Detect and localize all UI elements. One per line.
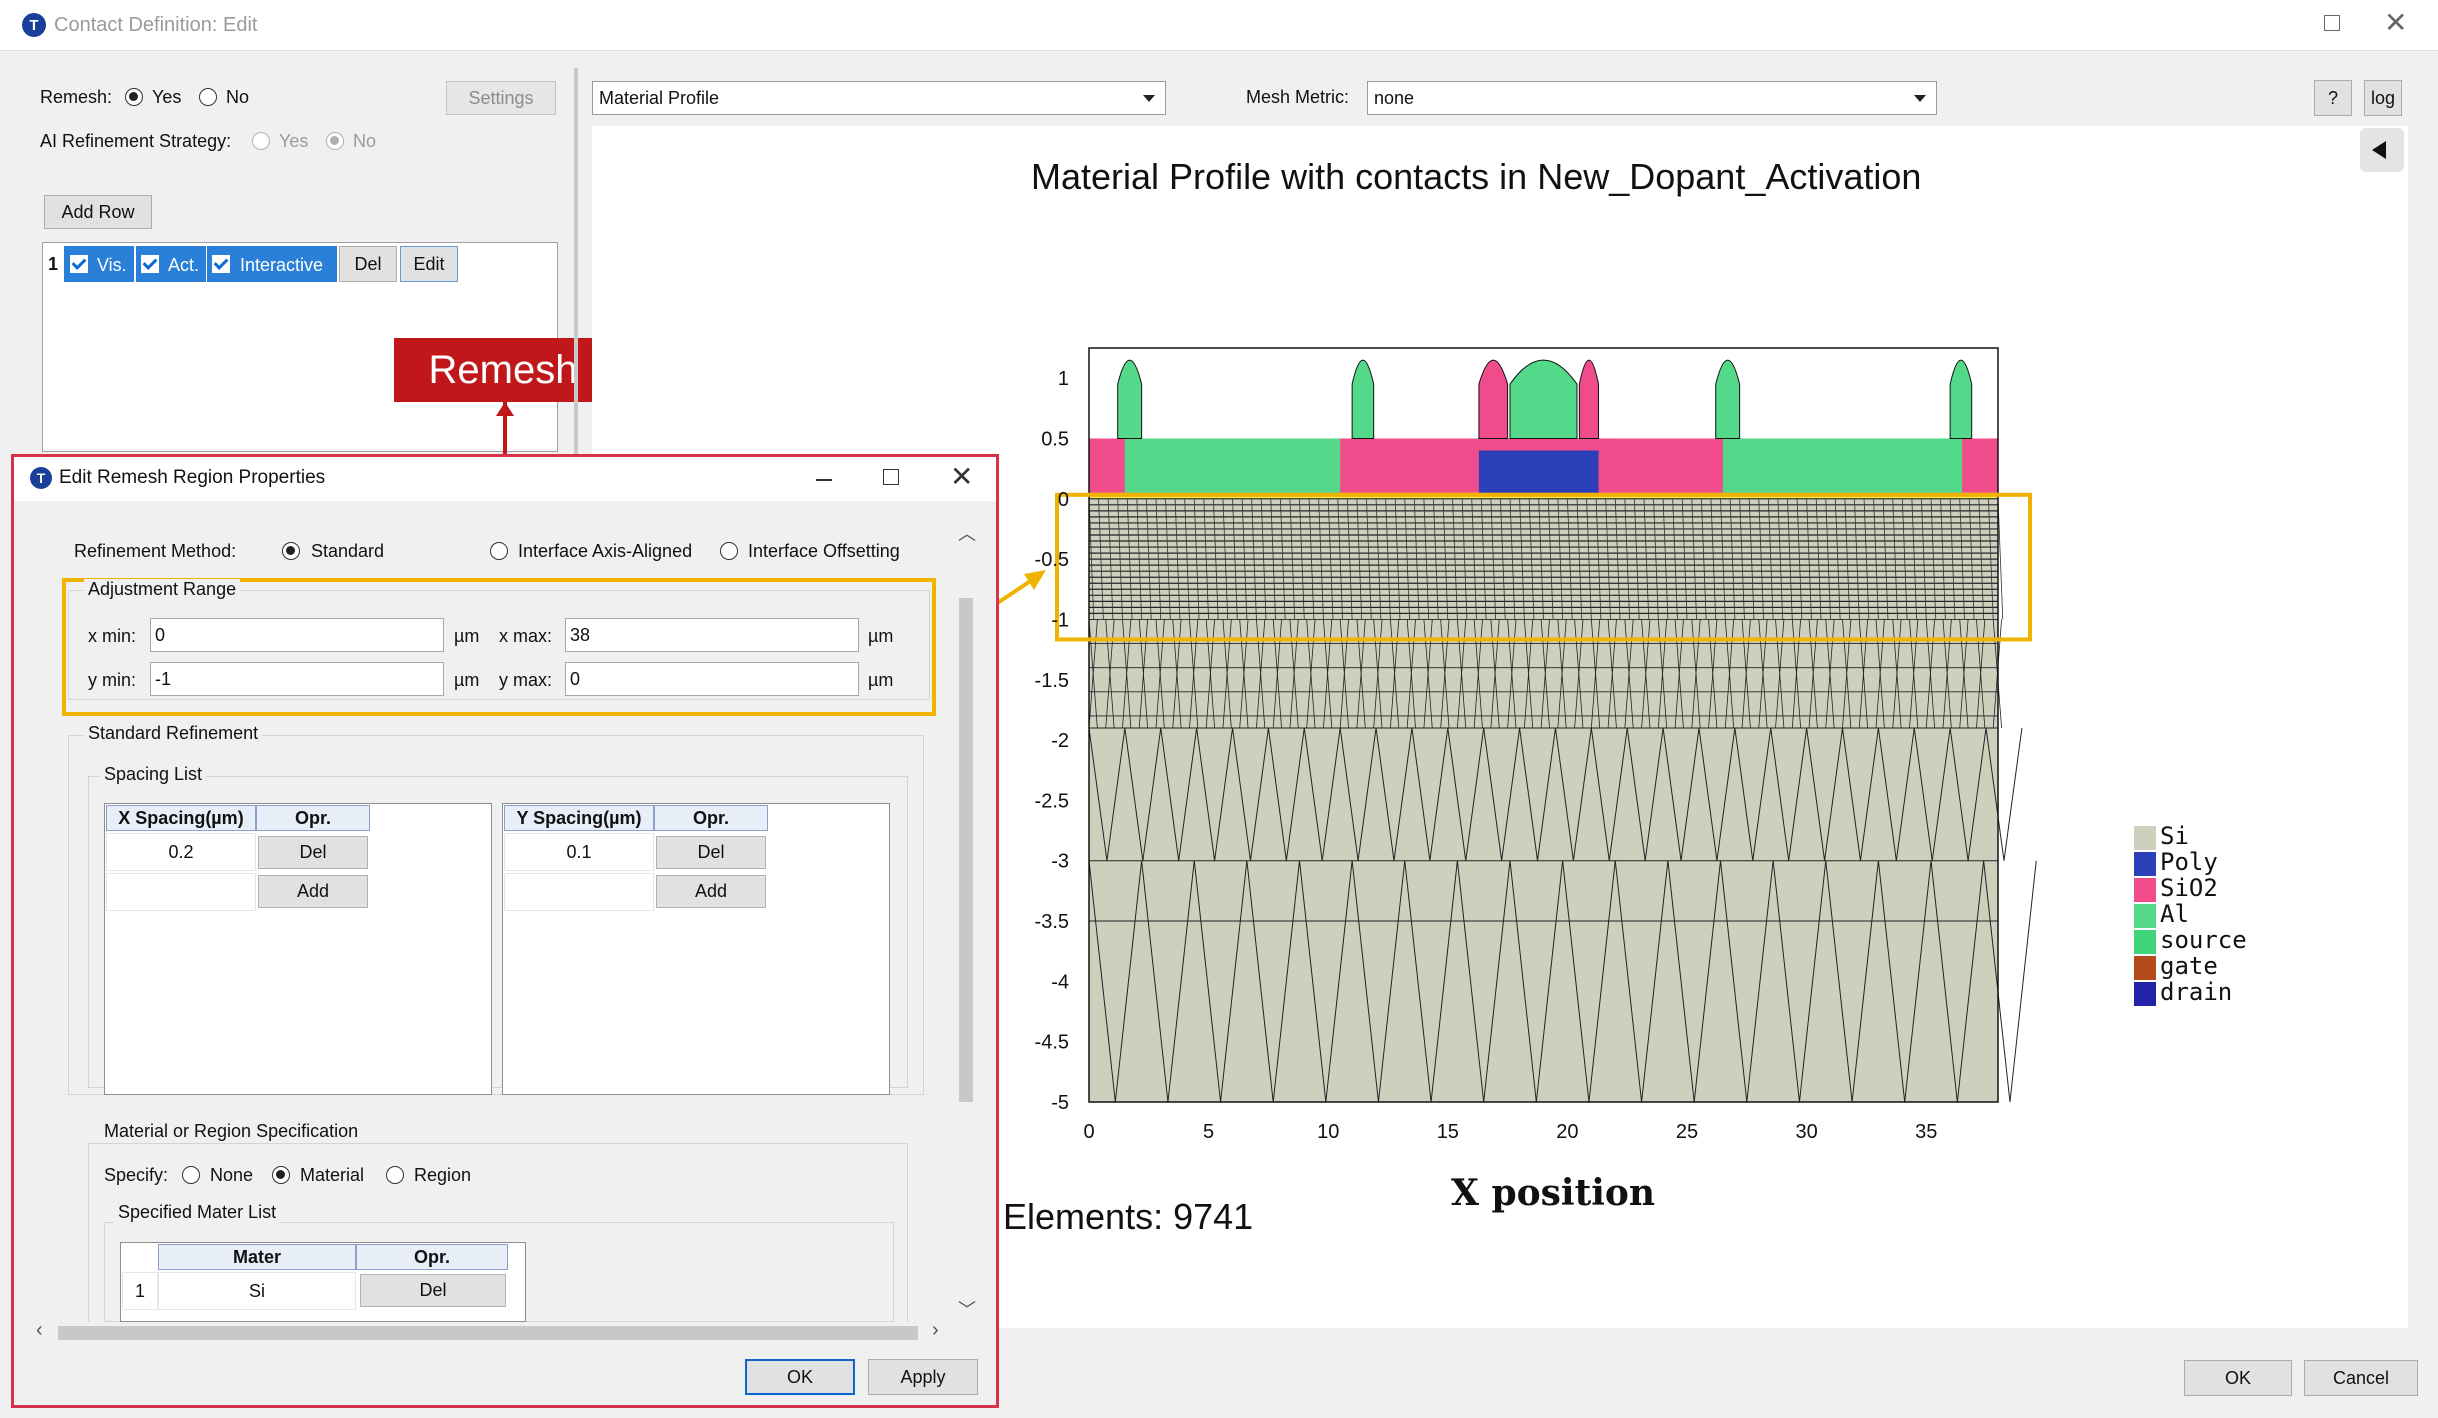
dialog-ok-button[interactable]: OK	[745, 1359, 855, 1395]
dialog-apply-button[interactable]: Apply	[868, 1359, 978, 1395]
maximize-icon[interactable]	[883, 469, 899, 485]
horizontal-scrollbar-thumb[interactable]	[58, 1326, 918, 1340]
adjustment-range-title: Adjustment Range	[84, 579, 241, 600]
method-axis-label: Interface Axis-Aligned	[518, 541, 693, 561]
y-spacing-header: Y Spacing(µm)	[504, 805, 654, 831]
mat-opr-header: Opr.	[356, 1244, 508, 1270]
specified-list-title: Specified Mater List	[114, 1202, 281, 1223]
dialog-close-icon[interactable]: ✕	[950, 460, 973, 493]
y-opr-header: Opr.	[654, 805, 768, 831]
x-max-input[interactable]: 38	[565, 618, 859, 652]
y-max-label: y max:	[499, 670, 553, 690]
chevron-left-icon[interactable]: ‹	[36, 1319, 43, 1342]
dialog-title: Edit Remesh Region Properties	[59, 467, 326, 488]
spec-region-radio[interactable]	[386, 1166, 404, 1184]
material-spec-title: Material or Region Specification	[100, 1121, 363, 1142]
y-del-button[interactable]: Del	[656, 836, 766, 869]
chevron-down-icon[interactable]: ﹀	[958, 1296, 976, 1322]
specify-label: Specify:	[104, 1165, 169, 1185]
spec-region-label: Region	[414, 1165, 472, 1185]
x-opr-header: Opr.	[256, 805, 370, 831]
y-max-unit: µm	[868, 670, 894, 690]
y-add-button[interactable]: Add	[656, 875, 766, 908]
x-empty-cell	[106, 873, 256, 911]
y-min-input[interactable]: -1	[150, 662, 444, 696]
mater-header: Mater	[158, 1244, 356, 1270]
chevron-right-icon[interactable]: ›	[932, 1319, 939, 1342]
y-min-unit: µm	[454, 670, 480, 690]
x-min-label: x min:	[88, 626, 137, 646]
standard-refinement-title: Standard Refinement	[84, 723, 263, 744]
spacing-list-title: Spacing List	[100, 764, 207, 785]
x-spacing-header: X Spacing(µm)	[106, 805, 256, 831]
method-offset-radio[interactable]	[720, 542, 738, 560]
y-min-label: y min:	[88, 670, 137, 690]
method-axis-radio[interactable]	[490, 542, 508, 560]
spec-material-label: Material	[300, 1165, 365, 1185]
method-offset-label: Interface Offsetting	[748, 541, 900, 561]
x-min-unit: µm	[454, 626, 480, 646]
y-max-input[interactable]: 0	[565, 662, 859, 696]
vertical-scrollbar-thumb[interactable]	[959, 598, 973, 1102]
method-standard-label: Standard	[311, 541, 385, 561]
x-spacing-value[interactable]: 0.2	[106, 833, 256, 871]
x-min-input[interactable]: 0	[150, 618, 444, 652]
chevron-up-icon[interactable]: ︿	[958, 520, 976, 546]
y-spacing-value[interactable]: 0.1	[504, 833, 654, 871]
method-standard-radio[interactable]	[282, 542, 300, 560]
x-max-unit: µm	[868, 626, 894, 646]
x-add-button[interactable]: Add	[258, 875, 368, 908]
x-del-button[interactable]: Del	[258, 836, 368, 869]
spec-material-radio[interactable]	[272, 1166, 290, 1184]
y-empty-cell	[504, 873, 654, 911]
mat-del-button[interactable]: Del	[360, 1274, 506, 1307]
x-max-label: x max:	[499, 626, 553, 646]
refinement-method-label: Refinement Method:	[74, 541, 237, 561]
dialog-app-icon: T	[30, 467, 52, 489]
spec-none-label: None	[210, 1165, 254, 1185]
minimize-icon[interactable]	[816, 479, 832, 481]
mat-row-value[interactable]: Si	[158, 1272, 356, 1310]
mat-row-index: 1	[122, 1272, 158, 1310]
spec-none-radio[interactable]	[182, 1166, 200, 1184]
